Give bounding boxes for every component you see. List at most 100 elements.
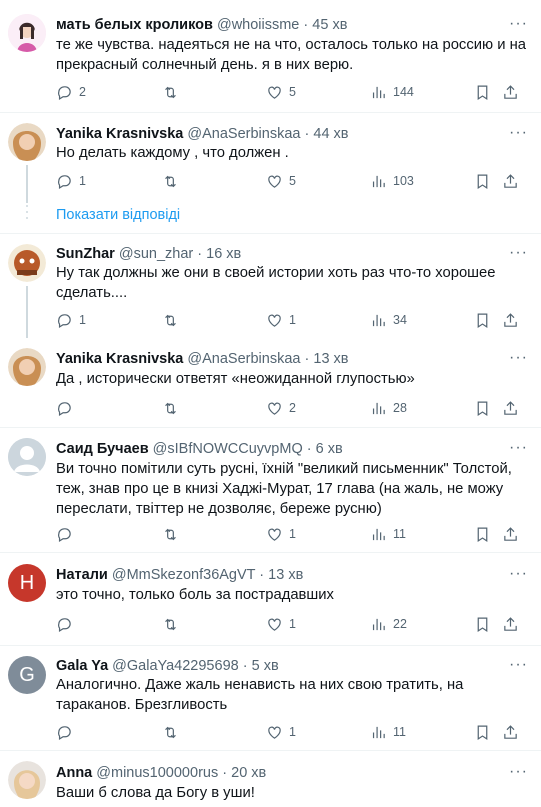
views-button[interactable]: 28 xyxy=(370,398,407,418)
reply-button[interactable] xyxy=(56,614,79,634)
retweet-button[interactable] xyxy=(162,614,185,634)
share-button[interactable] xyxy=(502,614,519,634)
display-name[interactable]: мать белых кроликов xyxy=(56,17,213,33)
like-button[interactable]: 1 xyxy=(266,722,296,742)
tweet-text: Ваши б слова да Богу в уши! xyxy=(56,785,255,801)
share-icon xyxy=(504,173,517,188)
reply-button[interactable] xyxy=(56,398,79,418)
like-button[interactable]: 5 xyxy=(266,171,296,191)
user-handle[interactable]: @AnaSerbinskaa xyxy=(187,351,300,367)
like-button[interactable]: 1 xyxy=(266,614,296,634)
timestamp[interactable]: 6 хв xyxy=(316,441,343,457)
more-options-icon[interactable]: ··· xyxy=(509,349,527,367)
avatar[interactable] xyxy=(8,438,46,476)
user-handle[interactable]: @AnaSerbinskaa xyxy=(187,126,300,142)
like-count: 2 xyxy=(289,401,296,415)
timestamp[interactable]: 5 хв xyxy=(252,658,279,674)
tweet[interactable]: Yanika Krasnivska @AnaSerbinskaa · 13 хв… xyxy=(0,338,541,427)
bookmark-button[interactable] xyxy=(474,722,491,742)
retweet-button[interactable] xyxy=(162,82,185,102)
reply-button[interactable] xyxy=(56,524,79,544)
share-button[interactable] xyxy=(502,722,519,742)
user-handle[interactable]: @minus100000rus xyxy=(96,765,218,781)
retweet-button[interactable] xyxy=(162,398,185,418)
more-options-icon[interactable]: ··· xyxy=(509,565,527,583)
bookmark-button[interactable] xyxy=(474,82,491,102)
display-name[interactable]: Натали xyxy=(56,567,108,583)
timestamp[interactable]: 45 хв xyxy=(312,17,347,33)
tweet-actions: 1 1 34 xyxy=(56,310,526,330)
tweet[interactable]: Саид Бучаев @sIBfNOWCCuyvpMQ · 6 хв ··· … xyxy=(0,428,541,552)
views-button[interactable]: 34 xyxy=(370,310,407,330)
views-button[interactable]: 11 xyxy=(370,722,406,742)
timestamp[interactable]: 13 хв xyxy=(268,567,303,583)
share-button[interactable] xyxy=(502,310,519,330)
more-options-icon[interactable]: ··· xyxy=(509,124,527,142)
more-options-icon[interactable]: ··· xyxy=(509,244,527,262)
views-button[interactable]: 103 xyxy=(370,171,414,191)
retweet-button[interactable] xyxy=(162,171,185,191)
display-name[interactable]: Gala Ya xyxy=(56,658,108,674)
user-handle[interactable]: @MmSkezonf36AgVT xyxy=(112,567,255,583)
views-button[interactable]: 144 xyxy=(370,82,414,102)
avatar[interactable] xyxy=(8,14,46,52)
bookmark-button[interactable] xyxy=(474,614,491,634)
bookmark-button[interactable] xyxy=(474,398,491,418)
separator-dot: · xyxy=(259,567,265,583)
tweet[interactable]: H Натали @MmSkezonf36AgVT · 13 хв ··· эт… xyxy=(0,553,541,645)
views-button[interactable]: 11 xyxy=(370,524,406,544)
avatar[interactable] xyxy=(8,761,46,799)
tweet-actions: 1 22 xyxy=(56,614,526,634)
views-count: 11 xyxy=(393,527,406,541)
avatar[interactable]: G xyxy=(8,656,46,694)
timestamp[interactable]: 44 хв xyxy=(313,126,348,142)
reply-button[interactable]: 1 xyxy=(56,171,86,191)
avatar[interactable]: H xyxy=(8,564,46,602)
more-options-icon[interactable]: ··· xyxy=(509,15,527,33)
user-handle[interactable]: @whoiissme xyxy=(217,17,299,33)
retweet-button[interactable] xyxy=(162,524,185,544)
tweet[interactable]: SunZhar @sun_zhar · 16 хв ··· Ну так дол… xyxy=(0,234,541,338)
display-name[interactable]: Anna xyxy=(56,765,92,781)
bookmark-button[interactable] xyxy=(474,310,491,330)
retweet-button[interactable] xyxy=(162,310,185,330)
avatar[interactable] xyxy=(8,348,46,386)
like-button[interactable]: 5 xyxy=(266,82,296,102)
user-handle[interactable]: @GalaYa42295698 xyxy=(112,658,239,674)
tweet[interactable]: мать белых кроликов @whoiissme · 45 хв ·… xyxy=(0,0,541,112)
timestamp[interactable]: 13 хв xyxy=(313,351,348,367)
bookmark-button[interactable] xyxy=(474,171,491,191)
tweet-text: это точно, только боль за пострадавших xyxy=(56,587,334,603)
display-name[interactable]: SunZhar xyxy=(56,246,115,262)
more-options-icon[interactable]: ··· xyxy=(509,439,527,457)
user-handle[interactable]: @sIBfNOWCCuyvpMQ xyxy=(153,441,303,457)
avatar[interactable] xyxy=(8,244,46,282)
user-handle[interactable]: @sun_zhar xyxy=(119,246,193,262)
share-button[interactable] xyxy=(502,82,519,102)
share-button[interactable] xyxy=(502,524,519,544)
tweet[interactable]: G Gala Ya @GalaYa42295698 · 5 хв ··· Ана… xyxy=(0,646,541,750)
more-options-icon[interactable]: ··· xyxy=(509,763,527,781)
share-button[interactable] xyxy=(502,171,519,191)
views-button[interactable]: 22 xyxy=(370,614,407,634)
reply-button[interactable] xyxy=(56,722,79,742)
display-name[interactable]: Yanika Krasnivska xyxy=(56,351,183,367)
show-replies-link[interactable]: Показати відповіді xyxy=(56,207,180,223)
bookmark-button[interactable] xyxy=(474,524,491,544)
timestamp[interactable]: 20 хв xyxy=(231,765,266,781)
display-name[interactable]: Саид Бучаев xyxy=(56,441,149,457)
timestamp[interactable]: 16 хв xyxy=(206,246,241,262)
like-button[interactable]: 1 xyxy=(266,524,296,544)
tweet[interactable]: Yanika Krasnivska @AnaSerbinskaa · 44 хв… xyxy=(0,113,541,203)
retweet-button[interactable] xyxy=(162,722,185,742)
display-name[interactable]: Yanika Krasnivska xyxy=(56,126,183,142)
more-options-icon[interactable]: ··· xyxy=(509,656,527,674)
heart-icon xyxy=(268,528,281,541)
tweet[interactable]: Anna @minus100000rus · 20 хв ··· Ваши б … xyxy=(0,751,541,807)
reply-button[interactable]: 1 xyxy=(56,310,86,330)
like-button[interactable]: 2 xyxy=(266,398,296,418)
avatar[interactable] xyxy=(8,123,46,161)
reply-button[interactable]: 2 xyxy=(56,82,86,102)
share-button[interactable] xyxy=(502,398,519,418)
like-button[interactable]: 1 xyxy=(266,310,296,330)
